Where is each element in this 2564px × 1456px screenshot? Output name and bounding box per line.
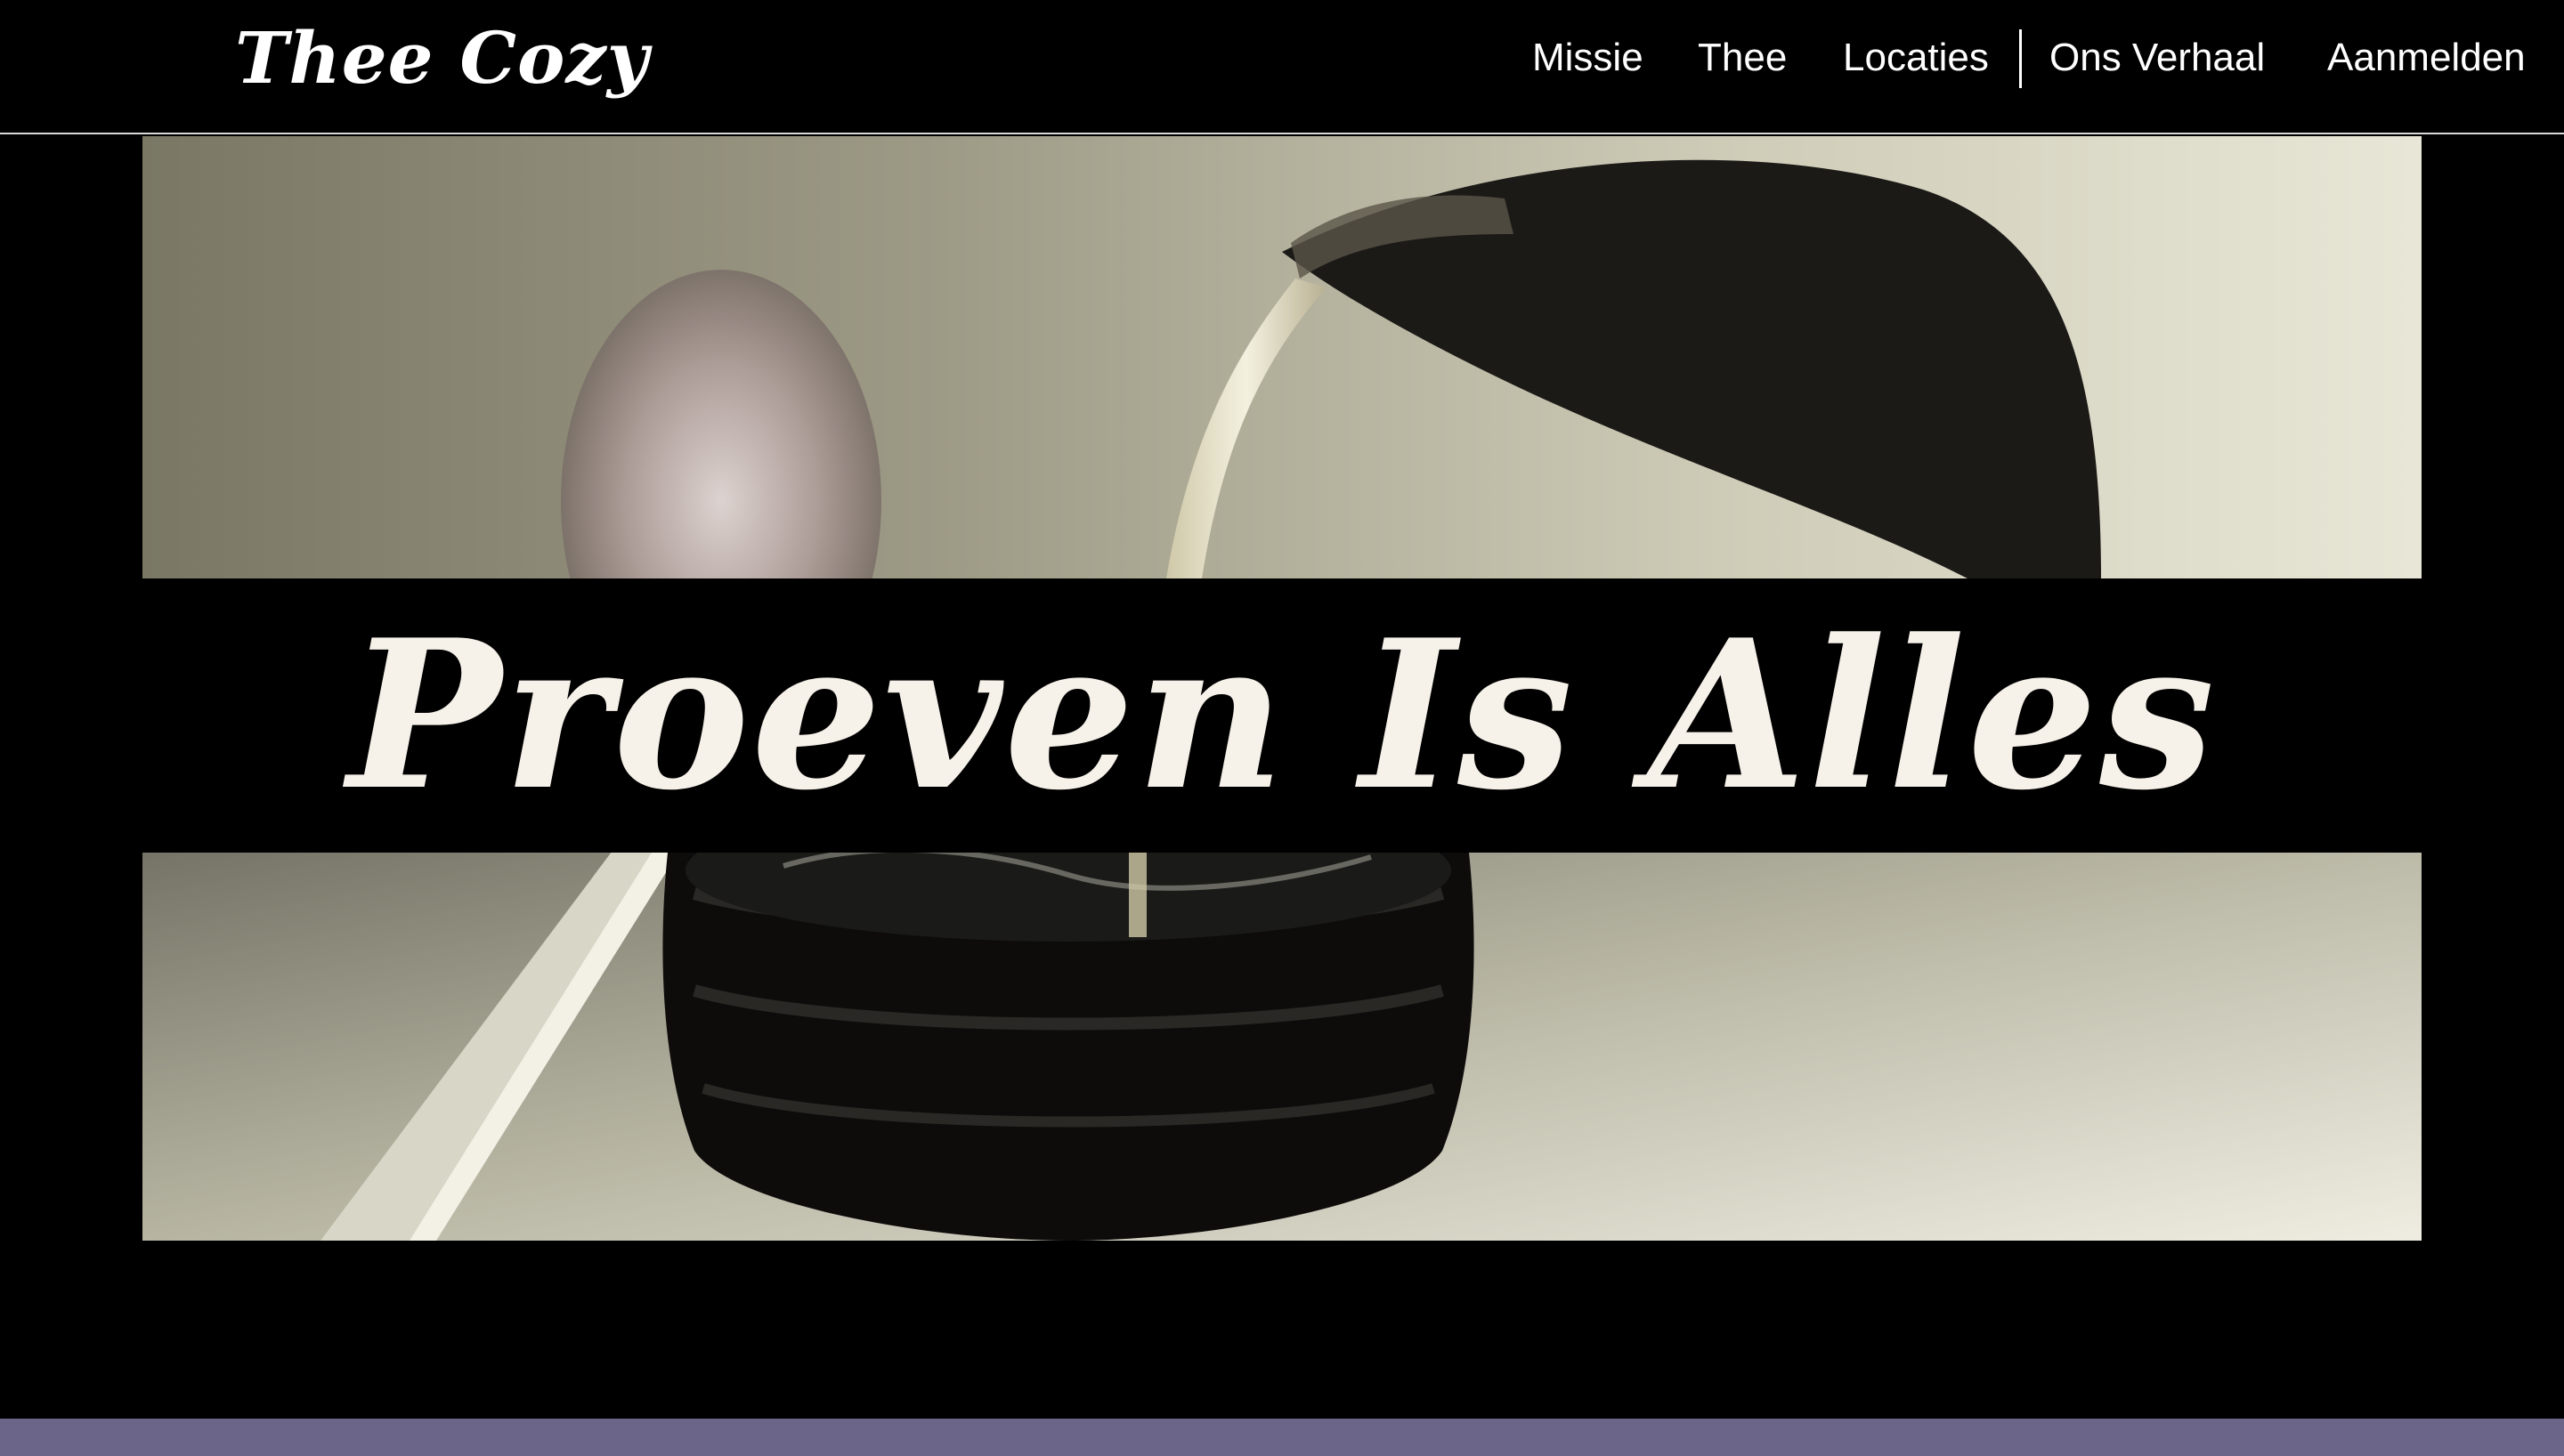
nav-ons-verhaal[interactable]: Ons Verhaal [2049, 33, 2265, 83]
footer-band [0, 1419, 2564, 1456]
site-header: Thee Cozy Missie Thee Locaties Ons Verha… [0, 0, 2564, 134]
hero-right-edge [2422, 136, 2564, 866]
nav-thee[interactable]: Thee [1698, 33, 1787, 83]
hero-section: Proeven Is Alles [142, 136, 2422, 1241]
nav-divider [2019, 29, 2022, 88]
nav-locaties[interactable]: Locaties [1843, 33, 1989, 83]
nav-missie[interactable]: Missie [1532, 33, 1643, 83]
hero-heading: Proeven Is Alles [347, 595, 2217, 836]
main-nav: Missie Thee Locaties Ons Verhaal Aanmeld… [0, 0, 2564, 134]
nav-aanmelden[interactable]: Aanmelden [2327, 33, 2526, 83]
